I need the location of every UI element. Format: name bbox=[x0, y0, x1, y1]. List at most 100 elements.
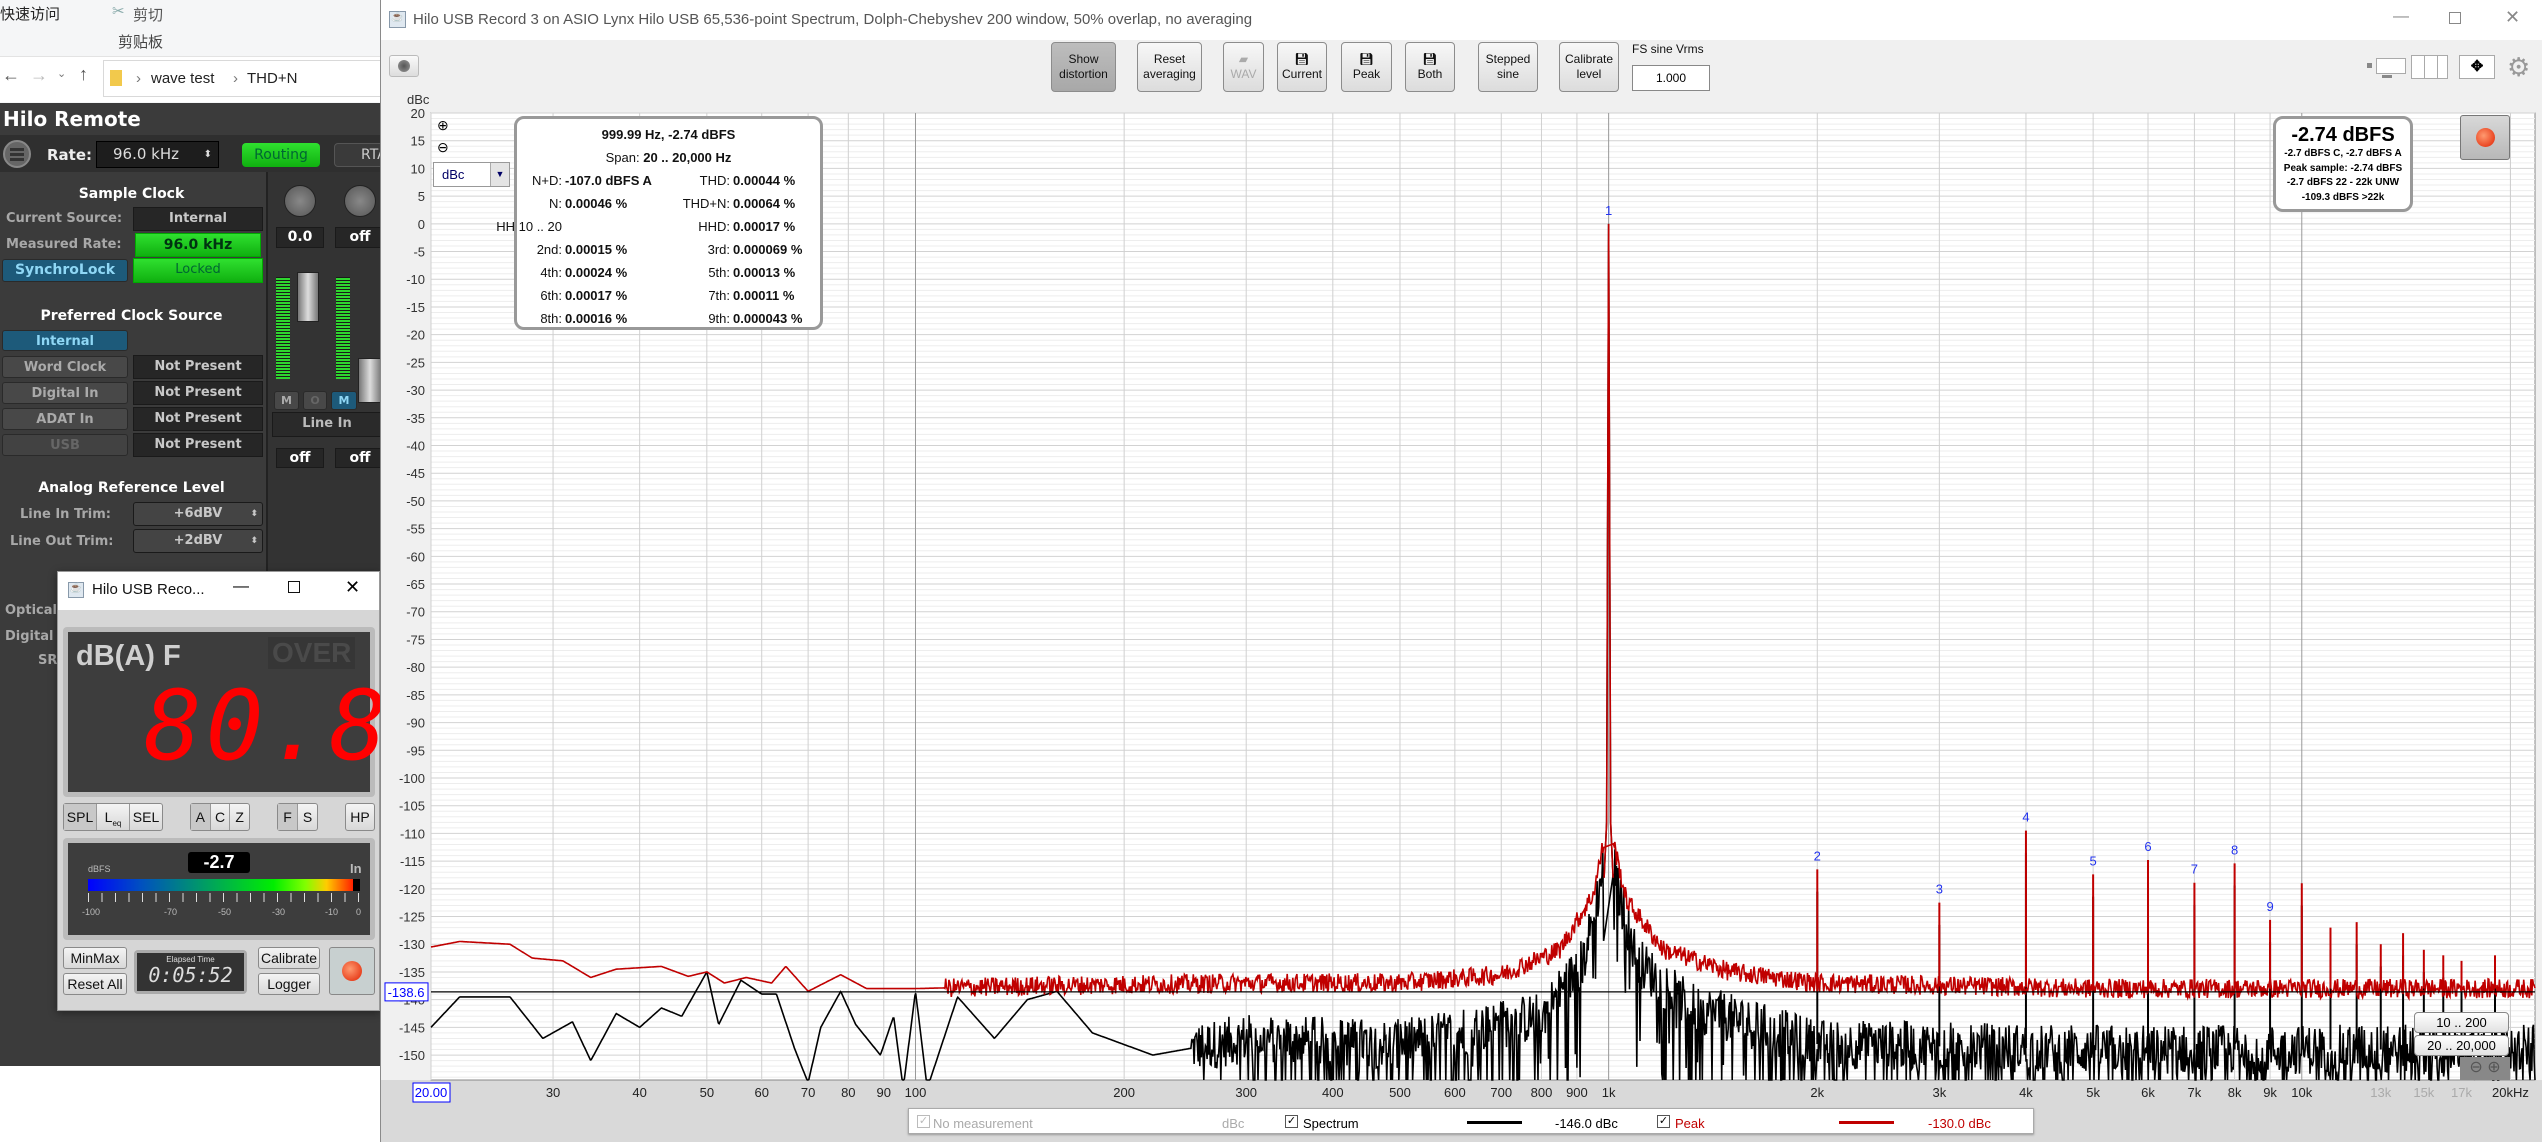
record-button[interactable] bbox=[329, 947, 375, 995]
record-button[interactable] bbox=[2460, 115, 2510, 160]
cut-button[interactable]: 剪切 bbox=[133, 4, 163, 25]
y-tick-label: 5 bbox=[418, 189, 425, 204]
reset-all-button[interactable]: Reset All bbox=[63, 973, 127, 995]
solo-button[interactable]: O bbox=[303, 391, 327, 410]
clock-source-internal[interactable]: Internal bbox=[2, 330, 128, 351]
clock-source-word-clock[interactable]: Word Clock bbox=[2, 356, 128, 378]
save-both-button[interactable]: 💾︎ Both bbox=[1405, 42, 1455, 92]
breadcrumb-separator-icon: › bbox=[136, 70, 141, 87]
no-measurement-checkbox[interactable]: ✓ bbox=[917, 1115, 930, 1128]
zoom-out-icon[interactable]: ⊖ bbox=[2469, 1059, 2482, 1076]
minimize-button[interactable]: — bbox=[2393, 8, 2409, 26]
y-tick-label: -115 bbox=[400, 854, 425, 869]
stat-value: 0.000043 % bbox=[733, 311, 803, 326]
routing-button[interactable]: Routing bbox=[242, 143, 320, 167]
line-out-trim-value: +2dBV bbox=[173, 533, 223, 548]
line-out-trim-select[interactable]: +2dBV ⬍ bbox=[133, 529, 263, 553]
quick-access-label[interactable]: 快速访问 bbox=[0, 3, 60, 24]
resize-graph-icon[interactable] bbox=[2366, 57, 2410, 79]
distortion-stats-box: 999.99 Hz, -2.74 dBFS Span: 20 .. 20,000… bbox=[496, 116, 823, 330]
floppy-disk-icon: 💾︎ bbox=[1294, 52, 1310, 66]
menu-icon[interactable] bbox=[3, 140, 31, 168]
calibrate-button[interactable]: Calibrate bbox=[258, 947, 320, 969]
fader-handle-left[interactable] bbox=[297, 272, 319, 322]
slow-button[interactable]: S bbox=[297, 804, 317, 830]
clock-source-adat-in[interactable]: ADAT In bbox=[2, 408, 128, 430]
breadcrumb-wave-test[interactable]: wave test bbox=[151, 70, 214, 87]
fader-handle-right[interactable] bbox=[358, 358, 382, 403]
stat-label: 5th: bbox=[708, 265, 730, 280]
zoom-out-icon[interactable]: ⊖ bbox=[437, 139, 449, 156]
stat-value: 0.00044 % bbox=[733, 173, 796, 188]
rate-select[interactable]: 96.0 kHz ⬍ bbox=[96, 141, 219, 168]
y-tick-label: 10 bbox=[411, 161, 425, 176]
over-indicator: OVER bbox=[268, 637, 356, 669]
close-button[interactable]: ✕ bbox=[2505, 7, 2520, 28]
leq-button[interactable]: Leq bbox=[96, 804, 129, 830]
save-peak-button[interactable]: 💾︎ Peak bbox=[1341, 42, 1392, 92]
breadcrumb-thd-n[interactable]: THD+N bbox=[247, 70, 297, 87]
trim-knob-right[interactable] bbox=[344, 185, 376, 217]
up-arrow-icon[interactable]: ↑ bbox=[79, 64, 88, 85]
clock-source-digital-in[interactable]: Digital In bbox=[2, 382, 128, 404]
reset-averaging-button[interactable]: Reset averaging bbox=[1137, 42, 1202, 92]
mute-left-button[interactable]: M bbox=[274, 391, 299, 410]
fast-button[interactable]: F bbox=[278, 804, 297, 830]
columns-icon[interactable] bbox=[2411, 55, 2448, 79]
source-select[interactable]: Line In bbox=[272, 412, 382, 437]
gear-icon[interactable]: ⚙ bbox=[2507, 52, 2530, 83]
range-20-20000-button[interactable]: 20 .. 20,000 bbox=[2414, 1035, 2509, 1056]
maximize-button[interactable] bbox=[2449, 12, 2461, 24]
stat-label: THD: bbox=[699, 173, 730, 188]
trim-right-value[interactable]: off bbox=[335, 227, 385, 248]
x-tick-label: 70 bbox=[801, 1085, 815, 1100]
close-button[interactable]: ✕ bbox=[345, 577, 360, 598]
show-distortion-button[interactable]: Show distortion bbox=[1051, 42, 1116, 92]
save-wav-button[interactable]: ▰ WAV bbox=[1223, 42, 1264, 92]
clock-source-usb[interactable]: USB bbox=[2, 434, 128, 456]
zoom-in-icon[interactable]: ⊕ bbox=[2487, 1059, 2500, 1076]
minmax-button[interactable]: MinMax bbox=[63, 947, 127, 969]
level-line: -2.7 dBFS C, -2.7 dBFS A bbox=[2284, 148, 2402, 159]
line-in-trim-select[interactable]: +6dBV ⬍ bbox=[133, 502, 263, 526]
back-arrow-icon[interactable]: ← bbox=[2, 65, 20, 86]
screenshot-camera-icon[interactable] bbox=[389, 55, 419, 77]
unit-select[interactable]: dBc ▼ bbox=[433, 162, 510, 187]
c-weight-button[interactable]: C bbox=[209, 804, 230, 830]
a-weight-button[interactable]: A bbox=[191, 804, 210, 830]
save-current-button[interactable]: 💾︎ Current bbox=[1277, 42, 1327, 92]
pan-arrows-icon[interactable]: ✥ bbox=[2459, 55, 2495, 79]
hp-button[interactable]: HP bbox=[345, 803, 375, 831]
spectrum-checkbox[interactable]: ✓ bbox=[1285, 1115, 1298, 1128]
line-in-trim-label: Line In Trim: bbox=[20, 507, 112, 522]
y-tick-label: 15 bbox=[411, 134, 425, 149]
trim-knob-left[interactable] bbox=[284, 185, 316, 217]
minimize-button[interactable]: — bbox=[233, 578, 249, 596]
trim-left-value[interactable]: 0.0 bbox=[276, 227, 324, 248]
address-bar[interactable]: › wave test › THD+N bbox=[103, 60, 393, 97]
mute-right-button[interactable]: M bbox=[331, 391, 357, 410]
maximize-button[interactable] bbox=[288, 581, 300, 593]
recent-chevron-icon[interactable]: ⌄ bbox=[57, 67, 66, 80]
x-tick-label: 13k bbox=[2370, 1085, 2391, 1100]
sel-button[interactable]: SEL bbox=[129, 804, 162, 830]
forward-arrow-icon[interactable]: → bbox=[30, 65, 48, 86]
scale-label: 0 bbox=[356, 907, 362, 917]
range-10-200-button[interactable]: 10 .. 200 bbox=[2414, 1012, 2509, 1033]
out-right-value[interactable]: off bbox=[335, 448, 385, 468]
calibrate-level-button[interactable]: Calibrate level bbox=[1559, 42, 1619, 92]
logger-button[interactable]: Logger bbox=[258, 973, 320, 995]
fs-sine-input[interactable] bbox=[1632, 65, 1710, 91]
spl-button[interactable]: SPL bbox=[64, 804, 96, 830]
button-label: sine bbox=[1496, 67, 1519, 81]
zoom-in-icon[interactable]: ⊕ bbox=[437, 117, 449, 134]
stepped-sine-button[interactable]: Stepped sine bbox=[1478, 42, 1538, 92]
level-meter-left bbox=[276, 277, 290, 379]
synchrolock-button[interactable]: SynchroLock bbox=[2, 259, 128, 282]
x-tick-label: 40 bbox=[632, 1085, 646, 1100]
hilo-remote-title: Hilo Remote bbox=[3, 107, 141, 131]
out-left-value[interactable]: off bbox=[276, 448, 324, 468]
stat-label: N: bbox=[549, 196, 562, 211]
z-weight-button[interactable]: Z bbox=[229, 804, 249, 830]
peak-checkbox[interactable]: ✓ bbox=[1657, 1115, 1670, 1128]
